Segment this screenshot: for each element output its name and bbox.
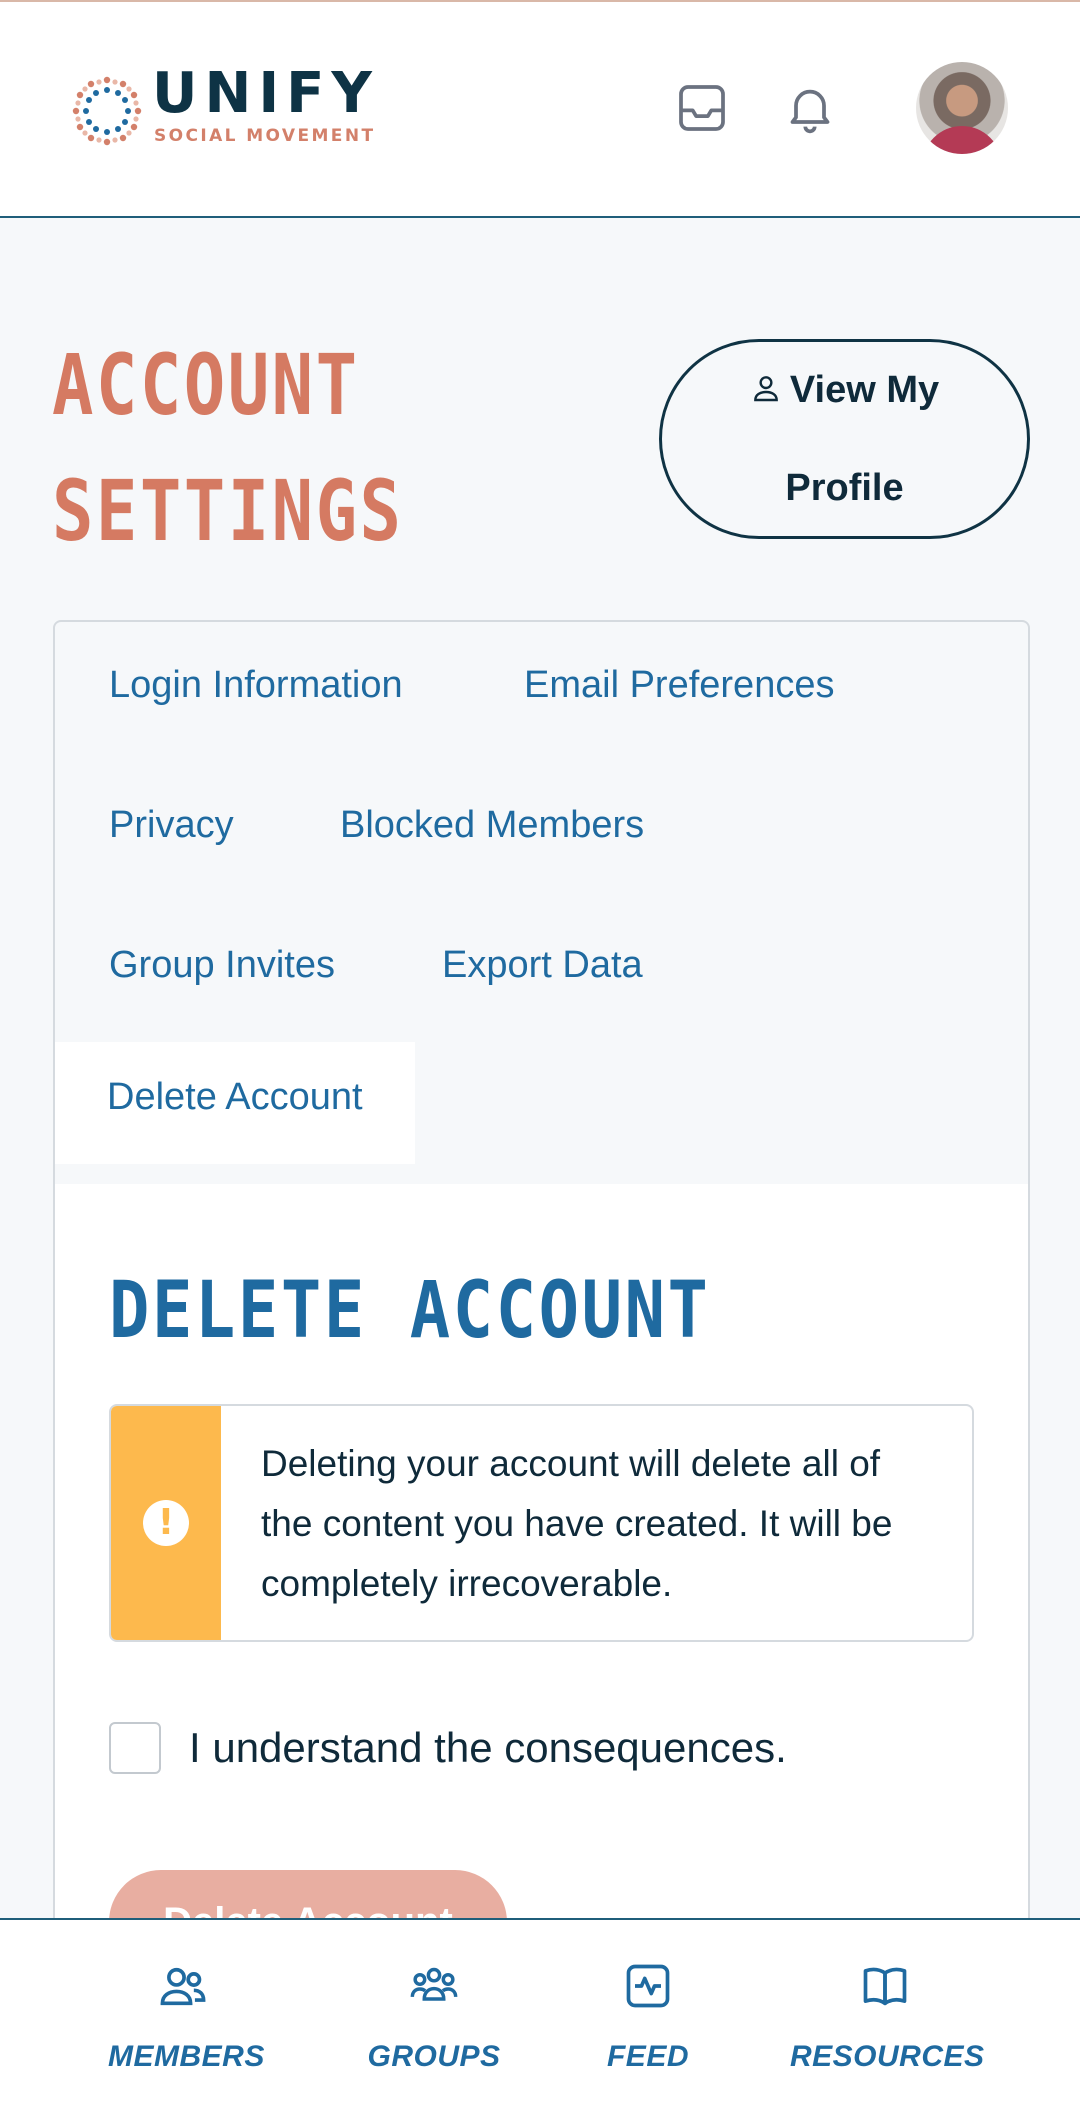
- nav-members[interactable]: MEMBERS: [108, 1960, 265, 2074]
- section-title: DELETE ACCOUNT: [109, 1266, 711, 1356]
- consent-row[interactable]: I understand the consequences.: [109, 1720, 787, 1776]
- logo-mark-icon: [72, 76, 142, 146]
- user-icon: [753, 376, 778, 402]
- tab-blocked-members[interactable]: Blocked Members: [340, 804, 644, 847]
- tab-delete-account[interactable]: Delete Account: [55, 1042, 415, 1164]
- page-title-line1: ACCOUNT: [52, 336, 360, 434]
- avatar-photo: [922, 126, 1002, 154]
- nav-feed[interactable]: FEED: [598, 1960, 698, 2074]
- inbox-icon[interactable]: [674, 80, 730, 136]
- warning-alert: ! Deleting your account will delete all …: [109, 1404, 974, 1642]
- feed-icon: [626, 1964, 670, 2008]
- page-title: ACCOUNT SETTINGS: [52, 322, 511, 574]
- groups-icon: [410, 1967, 458, 2001]
- consent-checkbox[interactable]: [109, 1722, 161, 1774]
- top-header: UNIFY SOCIAL MOVEMENT: [0, 0, 1080, 218]
- bell-icon[interactable]: [782, 80, 838, 136]
- view-profile-button[interactable]: View My Profile: [659, 339, 1030, 539]
- members-icon: [160, 1967, 206, 2006]
- brand-tagline: SOCIAL MOVEMENT: [154, 126, 376, 146]
- tab-group-invites[interactable]: Group Invites: [109, 944, 335, 987]
- unify-logo[interactable]: UNIFY SOCIAL MOVEMENT: [72, 66, 402, 149]
- tab-export-data[interactable]: Export Data: [442, 944, 643, 987]
- nav-groups[interactable]: GROUPS: [364, 1960, 504, 2074]
- settings-panel: Login Information Email Preferences Priv…: [53, 620, 1030, 1940]
- avatar[interactable]: [916, 62, 1008, 154]
- view-profile-label: View My Profile: [785, 369, 940, 509]
- nav-resources[interactable]: RESOURCES: [790, 1960, 985, 2074]
- bottom-nav: MEMBERS GROUPS FEED RESOURCES: [0, 1918, 1080, 2116]
- tab-email-preferences[interactable]: Email Preferences: [524, 664, 834, 707]
- delete-account-section: DELETE ACCOUNT ! Deleting your account w…: [55, 1184, 1028, 1938]
- nav-resources-label: RESOURCES: [790, 2040, 985, 2073]
- alert-stripe: !: [111, 1406, 221, 1640]
- tab-privacy[interactable]: Privacy: [109, 804, 234, 847]
- nav-members-label: MEMBERS: [108, 2040, 265, 2073]
- book-icon: [863, 1967, 907, 2006]
- brand-name: UNIFY: [152, 61, 379, 126]
- nav-groups-label: GROUPS: [367, 2040, 501, 2073]
- nav-feed-label: FEED: [606, 2040, 689, 2073]
- warning-text: Deleting your account will delete all of…: [261, 1443, 893, 1604]
- tab-login-information[interactable]: Login Information: [109, 664, 403, 707]
- exclamation-icon: !: [143, 1500, 189, 1546]
- page-title-line2: SETTINGS: [52, 462, 404, 560]
- consent-label[interactable]: I understand the consequences.: [189, 1724, 787, 1772]
